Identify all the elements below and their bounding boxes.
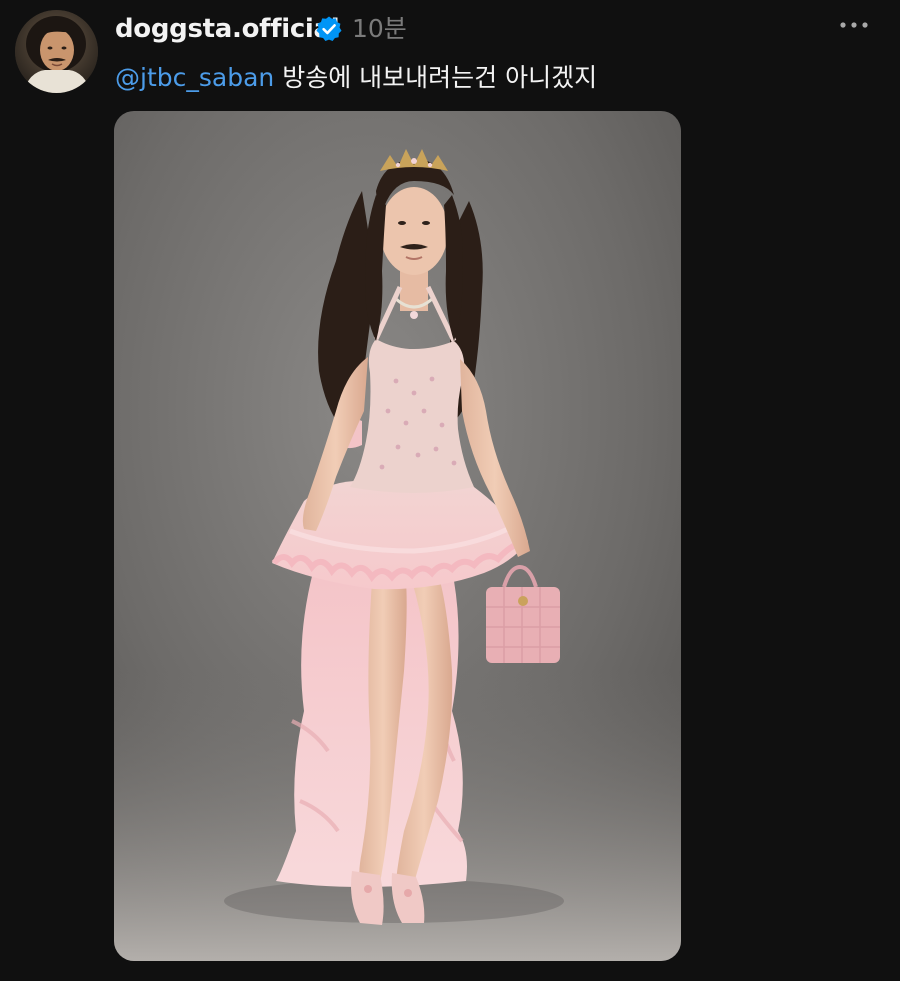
verified-badge-icon <box>315 15 343 43</box>
photo-illustration <box>114 111 681 961</box>
caption-text: 방송에 내보내려는건 아니겠지 <box>274 63 598 92</box>
post-image[interactable] <box>114 111 681 961</box>
avatar[interactable] <box>15 10 98 93</box>
post-caption: @jtbc_saban 방송에 내보내려는건 아니겠지 <box>115 60 597 96</box>
post-card: doggsta.official 10분 @jtbc_saban 방송에 내보내… <box>0 0 900 981</box>
post-timestamp: 10분 <box>352 14 407 43</box>
username[interactable]: doggsta.official <box>115 12 340 46</box>
more-options-icon[interactable] <box>836 14 872 36</box>
avatar-image <box>15 10 98 93</box>
mention-link[interactable]: @jtbc_saban <box>115 63 274 92</box>
